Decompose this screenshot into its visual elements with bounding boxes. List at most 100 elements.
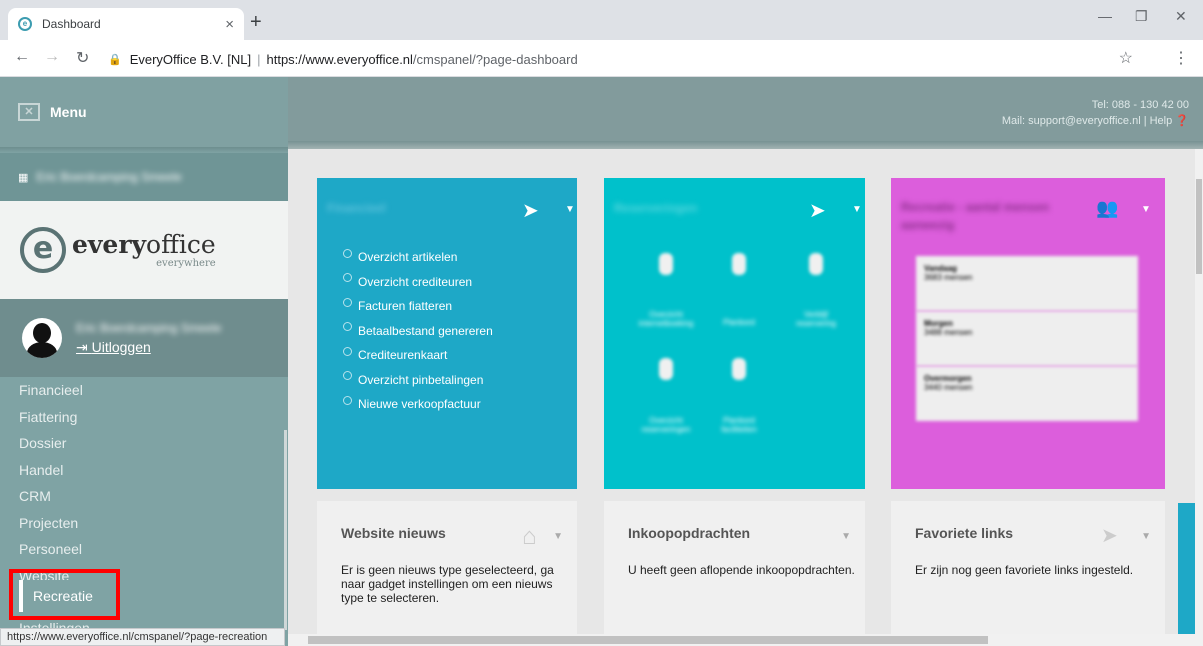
logo-tagline: everywhere bbox=[156, 257, 216, 269]
list-item[interactable]: Betaalbestand genereren bbox=[343, 319, 493, 344]
header-mail-help[interactable]: Mail: support@everyoffice.nl | Help bbox=[1002, 115, 1172, 127]
reservering-caption: Overzicht reserveringen bbox=[641, 416, 691, 434]
widget-recreatie: Recreatie - aantal mensen aanwezig 👥 ▼ V… bbox=[891, 178, 1165, 489]
horizontal-scrollbar[interactable] bbox=[288, 634, 1203, 646]
restore-icon[interactable]: ❐ bbox=[1135, 8, 1148, 25]
paper-plane-icon: ➤ bbox=[522, 200, 539, 222]
list-item[interactable]: Overzicht pinbetalingen bbox=[343, 368, 493, 393]
browser-tab[interactable]: e Dashboard × bbox=[8, 8, 244, 40]
vertical-scrollbar[interactable] bbox=[1195, 149, 1203, 634]
nav-item-crm[interactable]: CRM bbox=[19, 483, 288, 510]
logout-link[interactable]: ⇥ Uitloggen bbox=[76, 339, 221, 356]
widget-recreatie-title: Recreatie - aantal mensen aanwezig bbox=[901, 200, 1050, 232]
forward-icon[interactable]: → bbox=[44, 48, 60, 66]
chevron-down-icon[interactable]: ▼ bbox=[852, 204, 862, 215]
avatar bbox=[22, 318, 62, 358]
menu-close-icon: ✕ bbox=[18, 103, 40, 121]
browser-menu-icon[interactable]: ⋮ bbox=[1173, 48, 1189, 68]
reservering-caption: Verblijf reservering bbox=[795, 310, 836, 328]
nav-item-personeel[interactable]: Personeel bbox=[19, 536, 288, 563]
nav-item-handel[interactable]: Handel bbox=[19, 457, 288, 484]
reservering-icon[interactable] bbox=[659, 358, 673, 380]
nav-item-projecten[interactable]: Projecten bbox=[19, 510, 288, 537]
url-path: /cmspanel/?page-dashboard bbox=[412, 51, 578, 67]
widget-financieel: Financieel ➤ ▼ Overzicht artikelen Overz… bbox=[317, 178, 577, 489]
list-item[interactable]: Overzicht crediteuren bbox=[343, 270, 493, 295]
widget-reserveringen-title: Reserveringen bbox=[614, 201, 698, 215]
tab-close-icon[interactable]: × bbox=[225, 16, 234, 33]
widget-website-nieuws-title: Website nieuws bbox=[341, 525, 446, 541]
header-phone: Tel: 088 - 130 42 00 bbox=[1091, 99, 1189, 111]
help-icon[interactable]: ❓ bbox=[1175, 115, 1189, 127]
sidebar-scrollbar[interactable] bbox=[284, 430, 287, 630]
nav-item-financieel[interactable]: Financieel bbox=[19, 377, 288, 404]
user-name: Eric Boerdcamping Smeele bbox=[76, 320, 222, 335]
financieel-link-list: Overzicht artikelen Overzicht crediteure… bbox=[343, 245, 493, 417]
stat-row: Vandaag 3683 mensen bbox=[916, 256, 1138, 311]
widget-partial-edge bbox=[1178, 503, 1195, 634]
url-host: https://www.everyoffice.nl bbox=[266, 51, 413, 67]
widget-inkoopopdrachten: Inkoopopdrachten ▼ U heeft geen aflopend… bbox=[604, 501, 865, 634]
widget-website-nieuws-body: Er is geen nieuws type geselecteerd, ga … bbox=[341, 563, 554, 605]
user-box: Eric Boerdcamping Smeele ⇥ Uitloggen bbox=[0, 299, 288, 377]
chevron-down-icon[interactable]: ▼ bbox=[565, 204, 575, 215]
chevron-down-icon[interactable]: ▼ bbox=[553, 531, 563, 542]
minimize-icon[interactable]: — bbox=[1098, 8, 1112, 24]
client-selector[interactable]: ▦ Eric Boerdcamping Smeele bbox=[0, 153, 288, 201]
grid-icon: ▦ bbox=[18, 171, 29, 184]
close-window-icon[interactable]: ✕ bbox=[1175, 8, 1187, 25]
paper-plane-icon: ➤ bbox=[809, 200, 826, 222]
highlight-box bbox=[9, 569, 120, 620]
widget-website-nieuws: Website nieuws ⌂ ▼ Er is geen nieuws typ… bbox=[317, 501, 577, 634]
browser-tab-strip: e Dashboard × + — ❐ ✕ bbox=[0, 0, 1203, 40]
widget-reserveringen: Reserveringen ➤ ▼ Overzicht internetboek… bbox=[604, 178, 865, 489]
client-name: Eric Boerdcamping Smeele bbox=[36, 170, 182, 184]
chevron-down-icon[interactable]: ▼ bbox=[1141, 204, 1151, 215]
widget-favoriete-links-body: Er zijn nog geen favoriete links ingeste… bbox=[915, 563, 1134, 577]
status-bar-url: https://www.everyoffice.nl/cmspanel/?pag… bbox=[0, 628, 285, 646]
logo-e-icon: e bbox=[20, 227, 66, 273]
reload-icon[interactable]: ↻ bbox=[76, 48, 89, 68]
logo-brand-bold: every bbox=[72, 229, 147, 259]
widget-favoriete-links: Favoriete links ➤ ▼ Er zijn nog geen fav… bbox=[891, 501, 1165, 634]
list-item[interactable]: Overzicht artikelen bbox=[343, 245, 493, 270]
menu-toggle[interactable]: ✕ Menu bbox=[0, 77, 288, 147]
bookmark-star-icon[interactable]: ☆ bbox=[1119, 48, 1133, 68]
reservering-caption: Planbord bbox=[722, 318, 756, 327]
address-bar[interactable]: 🔒 EveryOffice B.V. [NL] | https://www.ev… bbox=[108, 46, 1138, 72]
list-item[interactable]: Facturen fiatteren bbox=[343, 294, 493, 319]
top-header: Tel: 088 - 130 42 00 Mail: support@every… bbox=[288, 77, 1203, 149]
widget-inkoopopdrachten-title: Inkoopopdrachten bbox=[628, 525, 751, 541]
reservering-icon[interactable] bbox=[659, 253, 673, 275]
list-item[interactable]: Crediteurenkaart bbox=[343, 343, 493, 368]
stat-row: Overmorgen 3440 mensen bbox=[916, 366, 1138, 421]
menu-label: Menu bbox=[50, 104, 87, 120]
reservering-icon[interactable] bbox=[732, 358, 746, 380]
new-tab-button[interactable]: + bbox=[250, 11, 262, 34]
address-separator: | bbox=[257, 51, 261, 67]
header-shadow bbox=[288, 141, 1203, 149]
stat-row: Morgen 3488 mensen bbox=[916, 311, 1138, 366]
browser-toolbar: ← → ↻ 🔒 EveryOffice B.V. [NL] | https://… bbox=[0, 40, 1203, 77]
logout-icon: ⇥ bbox=[76, 338, 92, 355]
reservering-caption: Planbord faciliteiten bbox=[721, 416, 757, 434]
list-item[interactable]: Nieuwe verkoopfactuur bbox=[343, 392, 493, 417]
back-icon[interactable]: ← bbox=[14, 48, 30, 66]
house-icon: ⌂ bbox=[522, 523, 537, 550]
site-identity: EveryOffice B.V. [NL] bbox=[129, 51, 252, 67]
widget-favoriete-links-title: Favoriete links bbox=[915, 525, 1014, 541]
tab-title: Dashboard bbox=[42, 17, 101, 31]
widget-financieel-title: Financieel bbox=[327, 201, 386, 215]
everyoffice-logo: e everyoffice everywhere bbox=[0, 201, 288, 299]
reservering-icon[interactable] bbox=[732, 253, 746, 275]
reservering-icon[interactable] bbox=[809, 253, 823, 275]
chevron-down-icon[interactable]: ▼ bbox=[841, 531, 851, 542]
nav-item-fiattering[interactable]: Fiattering bbox=[19, 404, 288, 431]
dashboard-content: Financieel ➤ ▼ Overzicht artikelen Overz… bbox=[288, 149, 1195, 634]
people-icon: 👥 bbox=[1096, 198, 1119, 218]
nav-item-dossier[interactable]: Dossier bbox=[19, 430, 288, 457]
paper-plane-icon: ➤ bbox=[1101, 525, 1118, 547]
reservering-caption: Overzicht internetboeking bbox=[638, 310, 694, 328]
chevron-down-icon[interactable]: ▼ bbox=[1141, 531, 1151, 542]
lock-icon: 🔒 bbox=[108, 53, 122, 66]
